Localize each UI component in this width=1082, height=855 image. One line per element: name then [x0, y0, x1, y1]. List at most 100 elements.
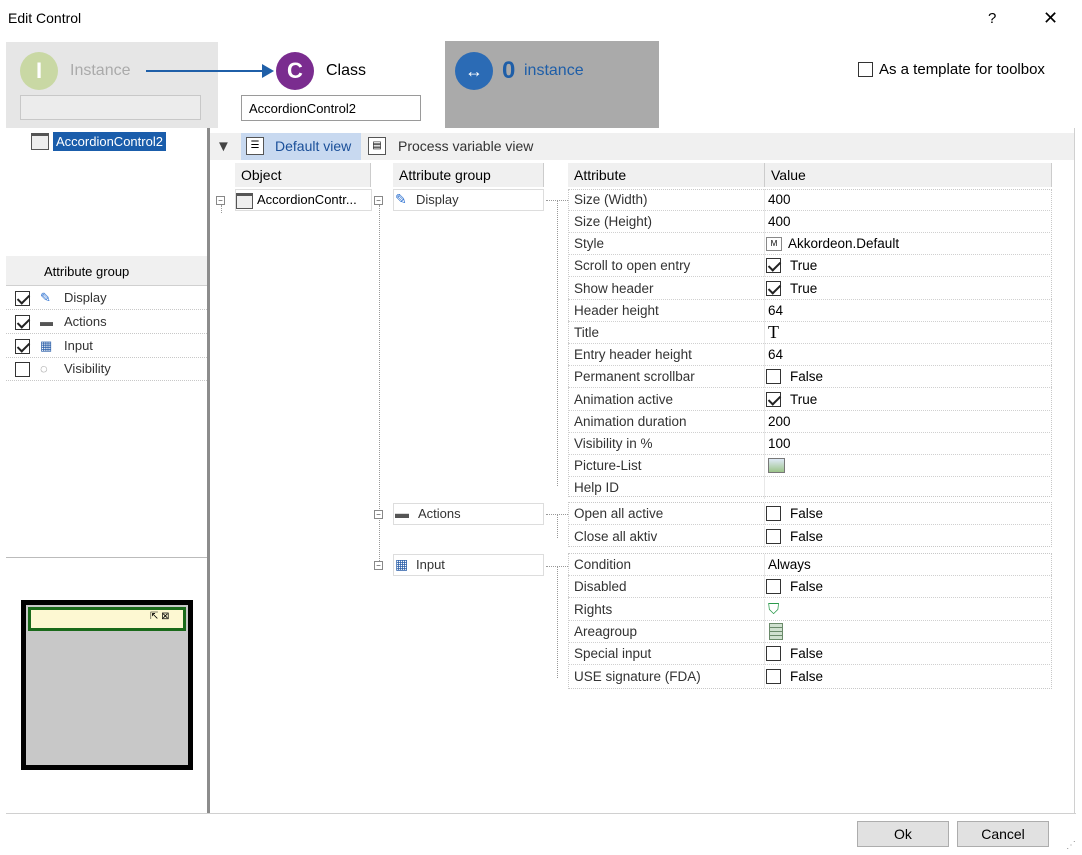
attribute-name: Size (Height) — [574, 214, 653, 229]
value-checkbox[interactable] — [766, 529, 781, 544]
group-filter-display[interactable]: ✎ Display — [6, 287, 207, 310]
value-column-header[interactable]: Value — [765, 163, 1052, 187]
attribute-row[interactable]: Entry header height 64 — [568, 344, 1052, 366]
display-checkbox[interactable] — [15, 291, 30, 306]
group-filter-visibility[interactable]: ◌ Visibility — [6, 358, 207, 381]
attribute-row[interactable]: Scroll to open entry True — [568, 255, 1052, 277]
input-checkbox[interactable] — [15, 339, 30, 354]
tree-line — [557, 514, 558, 538]
object-column-header[interactable]: Object — [235, 163, 371, 187]
value-separator — [764, 233, 765, 255]
value-checkbox[interactable] — [766, 669, 781, 684]
template-checkbox[interactable] — [858, 62, 873, 77]
help-button[interactable]: ? — [988, 10, 996, 27]
attribute-row[interactable]: Help ID — [568, 477, 1052, 499]
value-separator — [764, 411, 765, 433]
attribute-value: True — [790, 392, 818, 407]
toolbox-icon: ▬ — [40, 314, 53, 329]
attribute-row[interactable]: Animation active True — [568, 389, 1052, 411]
resize-grip-icon[interactable]: ⋰ — [1066, 840, 1076, 851]
instance-label: Instance — [70, 62, 131, 79]
class-name-field[interactable]: AccordionControl2 — [241, 95, 421, 121]
attribute-row[interactable]: Size (Height) 400 — [568, 211, 1052, 233]
attribute-row[interactable]: Header height 64 — [568, 300, 1052, 322]
attribute-row[interactable]: Permanent scrollbar False — [568, 366, 1052, 388]
attribute-row[interactable]: Special input False — [568, 643, 1052, 665]
attribute-value: False — [790, 506, 824, 521]
attribute-value[interactable]: 400 — [768, 214, 791, 229]
group-filter-input[interactable]: ▦ Input — [6, 335, 207, 358]
value-checkbox[interactable] — [766, 579, 781, 594]
filter-icon[interactable]: ▼ — [216, 138, 231, 155]
attribute-name: Close all aktiv — [574, 529, 658, 544]
attribute-row[interactable]: Disabled False — [568, 576, 1052, 598]
text-icon[interactable]: T — [768, 322, 779, 343]
ok-button[interactable]: Ok — [857, 821, 949, 847]
value-checkbox[interactable] — [766, 506, 781, 521]
attribute-row[interactable]: Condition Always — [568, 554, 1052, 576]
attribute-row[interactable]: Size (Width) 400 — [568, 189, 1052, 211]
attribute-value: True — [790, 281, 818, 296]
value-separator — [764, 455, 765, 477]
value-checkbox[interactable] — [766, 392, 781, 407]
attribute-row[interactable]: Title T — [568, 322, 1052, 344]
actions-checkbox[interactable] — [15, 315, 30, 330]
attribute-column-header[interactable]: Attribute — [568, 163, 765, 187]
instance-name-field — [20, 95, 201, 120]
attribute-row[interactable]: Areagroup — [568, 621, 1052, 643]
attribute-group-column-header[interactable]: Attribute group — [393, 163, 544, 187]
attribute-value[interactable]: 64 — [768, 303, 783, 318]
attribute-row[interactable]: Open all active False — [568, 503, 1052, 525]
attribute-value[interactable]: Akkordeon.Default — [788, 236, 899, 251]
group-label: Visibility — [64, 361, 111, 376]
attribute-name: Style — [574, 236, 605, 251]
value-separator — [764, 211, 765, 233]
attribute-value[interactable]: 400 — [768, 192, 791, 207]
collapse-toggle[interactable]: − — [374, 196, 383, 205]
instance-icon: I — [20, 52, 58, 90]
collapse-toggle[interactable]: − — [374, 510, 383, 519]
default-view-label[interactable]: Default view — [275, 138, 351, 154]
attribute-row[interactable]: Picture-List — [568, 455, 1052, 477]
value-separator — [764, 433, 765, 455]
attribute-row[interactable]: Animation duration 200 — [568, 411, 1052, 433]
attribute-name: Special input — [574, 646, 652, 661]
attribute-value[interactable]: Always — [768, 557, 811, 572]
value-checkbox[interactable] — [766, 281, 781, 296]
picture-icon[interactable] — [768, 458, 785, 473]
collapse-toggle[interactable]: − — [216, 196, 225, 205]
attribute-row[interactable]: USE signature (FDA) False — [568, 666, 1052, 688]
visibility-checkbox[interactable] — [15, 362, 30, 377]
shield-icon[interactable]: ⛉ — [768, 601, 779, 618]
value-checkbox[interactable] — [766, 646, 781, 661]
value-checkbox[interactable] — [766, 258, 781, 273]
object-tree-item[interactable]: AccordionControl2 — [53, 132, 166, 151]
group-filter-actions[interactable]: ▬ Actions — [6, 311, 207, 334]
attribute-row[interactable]: Rights ⛉ — [568, 599, 1052, 621]
value-separator — [764, 621, 765, 643]
value-checkbox[interactable] — [766, 369, 781, 384]
splitter[interactable] — [207, 128, 210, 813]
value-separator — [764, 643, 765, 665]
attribute-value[interactable]: 100 — [768, 436, 791, 451]
attribute-name: Show header — [574, 281, 654, 296]
attribute-row[interactable]: Show header True — [568, 278, 1052, 300]
attribute-name: Animation duration — [574, 414, 687, 429]
building-icon[interactable] — [769, 623, 783, 640]
group-node-actions[interactable] — [393, 503, 544, 525]
class-icon: C — [276, 52, 314, 90]
attribute-value[interactable]: 64 — [768, 347, 783, 362]
close-button[interactable]: ✕ — [1043, 8, 1058, 28]
attribute-row[interactable]: Close all aktiv False — [568, 526, 1052, 548]
control-icon — [31, 133, 49, 150]
collapse-toggle[interactable]: − — [374, 561, 383, 570]
attribute-value: False — [790, 579, 824, 594]
cancel-button[interactable]: Cancel — [957, 821, 1049, 847]
attribute-row[interactable]: Visibility in % 100 — [568, 433, 1052, 455]
pencil-icon: ✎ — [40, 290, 51, 305]
attribute-row[interactable]: Style M Akkordeon.Default — [568, 233, 1052, 255]
window-title: Edit Control — [8, 10, 82, 26]
process-variable-view-tab[interactable]: Process variable view — [398, 138, 533, 154]
attribute-value[interactable]: 200 — [768, 414, 791, 429]
value-separator — [764, 389, 765, 411]
